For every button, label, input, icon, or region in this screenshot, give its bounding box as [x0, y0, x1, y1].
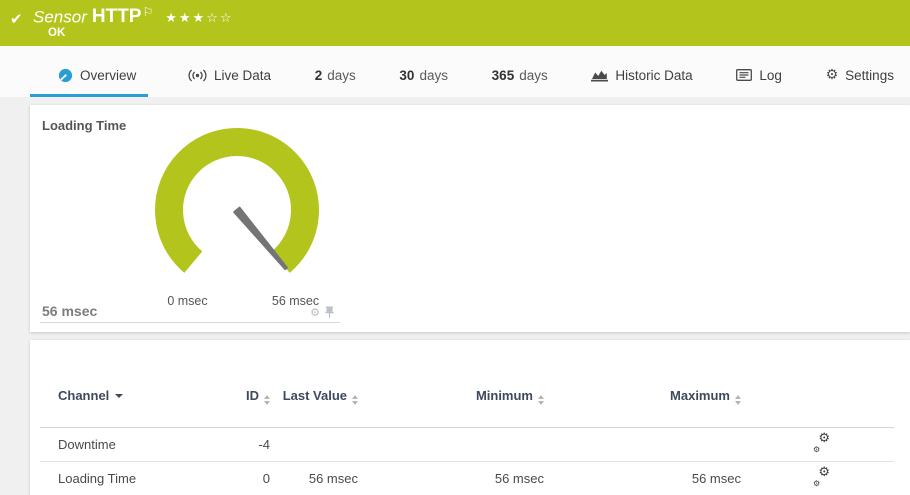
channel-id: 0 — [200, 471, 270, 486]
gauge-panel-title: Loading Time — [42, 118, 126, 133]
tab-label: Overview — [80, 68, 136, 83]
tab-30-days[interactable]: 30 days — [395, 46, 452, 97]
sensor-title: HTTP — [92, 6, 142, 27]
gauge-needle — [235, 208, 287, 269]
flag-icon[interactable]: ⚐ — [142, 5, 153, 19]
channel-name[interactable]: Downtime — [40, 437, 200, 452]
col-header-minimum[interactable]: Minimum — [358, 387, 544, 406]
live-data-icon — [188, 69, 207, 82]
tab-label: Settings — [845, 68, 894, 83]
pin-icon[interactable] — [325, 306, 334, 318]
log-icon — [736, 69, 752, 81]
priority-stars[interactable]: ★★★☆☆ — [165, 11, 233, 26]
col-header-maximum[interactable]: Maximum — [544, 387, 741, 406]
sort-icon — [735, 395, 741, 405]
tab-historic-data[interactable]: Historic Data — [587, 46, 696, 97]
loading-time-gauge-panel: Loading Time 0 msec 56 msec 56 msec ⚙ — [40, 105, 340, 323]
col-header-channel[interactable]: Channel — [40, 387, 200, 406]
tab-number: 365 — [492, 68, 515, 83]
gauge-min-label: 0 msec — [150, 294, 225, 308]
channel-settings-icon[interactable]: ⚙ ⚙ — [813, 435, 830, 452]
tab-log[interactable]: Log — [732, 46, 786, 97]
tab-label: days — [519, 68, 548, 83]
overview-card: Loading Time 0 msec 56 msec 56 msec ⚙ — [30, 105, 910, 332]
tab-live-data[interactable]: Live Data — [184, 46, 275, 97]
col-header-last-value[interactable]: Last Value — [270, 387, 358, 406]
gauge-current-value: 56 msec — [42, 303, 97, 319]
gauge-icon — [58, 68, 73, 83]
table-row: Downtime -4 ⚙ ⚙ — [40, 428, 894, 462]
table-row: Loading Time 0 56 msec 56 msec 56 msec ⚙… — [40, 462, 894, 495]
tab-label: Historic Data — [615, 68, 692, 83]
sensor-title-prefix: Sensor — [33, 7, 87, 26]
settings-gear-icon: ⚙ — [826, 68, 839, 82]
channel-last-value: 56 msec — [270, 471, 358, 486]
status-check-icon: ✔ — [10, 10, 23, 28]
sort-desc-icon — [115, 394, 123, 398]
channel-maximum: 56 msec — [544, 471, 741, 486]
channel-name[interactable]: Loading Time — [40, 471, 200, 486]
tab-bar: Overview Live Data 2 days 30 days 365 da… — [0, 46, 910, 97]
tab-2-days[interactable]: 2 days — [311, 46, 360, 97]
historic-chart-icon — [591, 69, 608, 82]
channels-card: Channel ID Last Value Minimum Maximum Do… — [30, 340, 910, 495]
tab-label: Log — [759, 68, 782, 83]
tab-label: days — [327, 68, 356, 83]
tab-label: Live Data — [214, 68, 271, 83]
tab-overview[interactable]: Overview — [30, 46, 148, 97]
channel-id: -4 — [200, 437, 270, 452]
tab-number: 30 — [399, 68, 414, 83]
col-header-id[interactable]: ID — [200, 387, 270, 406]
table-header-row: Channel ID Last Value Minimum Maximum — [40, 366, 894, 428]
sensor-header: ✔ Sensor HTTP⚐ ★★★☆☆ OK — [0, 0, 910, 46]
channel-settings-icon[interactable]: ⚙ ⚙ — [813, 469, 830, 486]
sensor-status-badge: OK — [48, 27, 65, 39]
channel-minimum: 56 msec — [358, 471, 544, 486]
tab-label: days — [419, 68, 448, 83]
loading-time-gauge — [125, 120, 355, 288]
channels-table: Channel ID Last Value Minimum Maximum Do… — [40, 366, 894, 495]
panel-settings-icon[interactable]: ⚙ — [310, 307, 320, 318]
tab-number: 2 — [315, 68, 323, 83]
tab-settings[interactable]: ⚙ Settings — [822, 46, 898, 97]
tab-365-days[interactable]: 365 days — [488, 46, 552, 97]
